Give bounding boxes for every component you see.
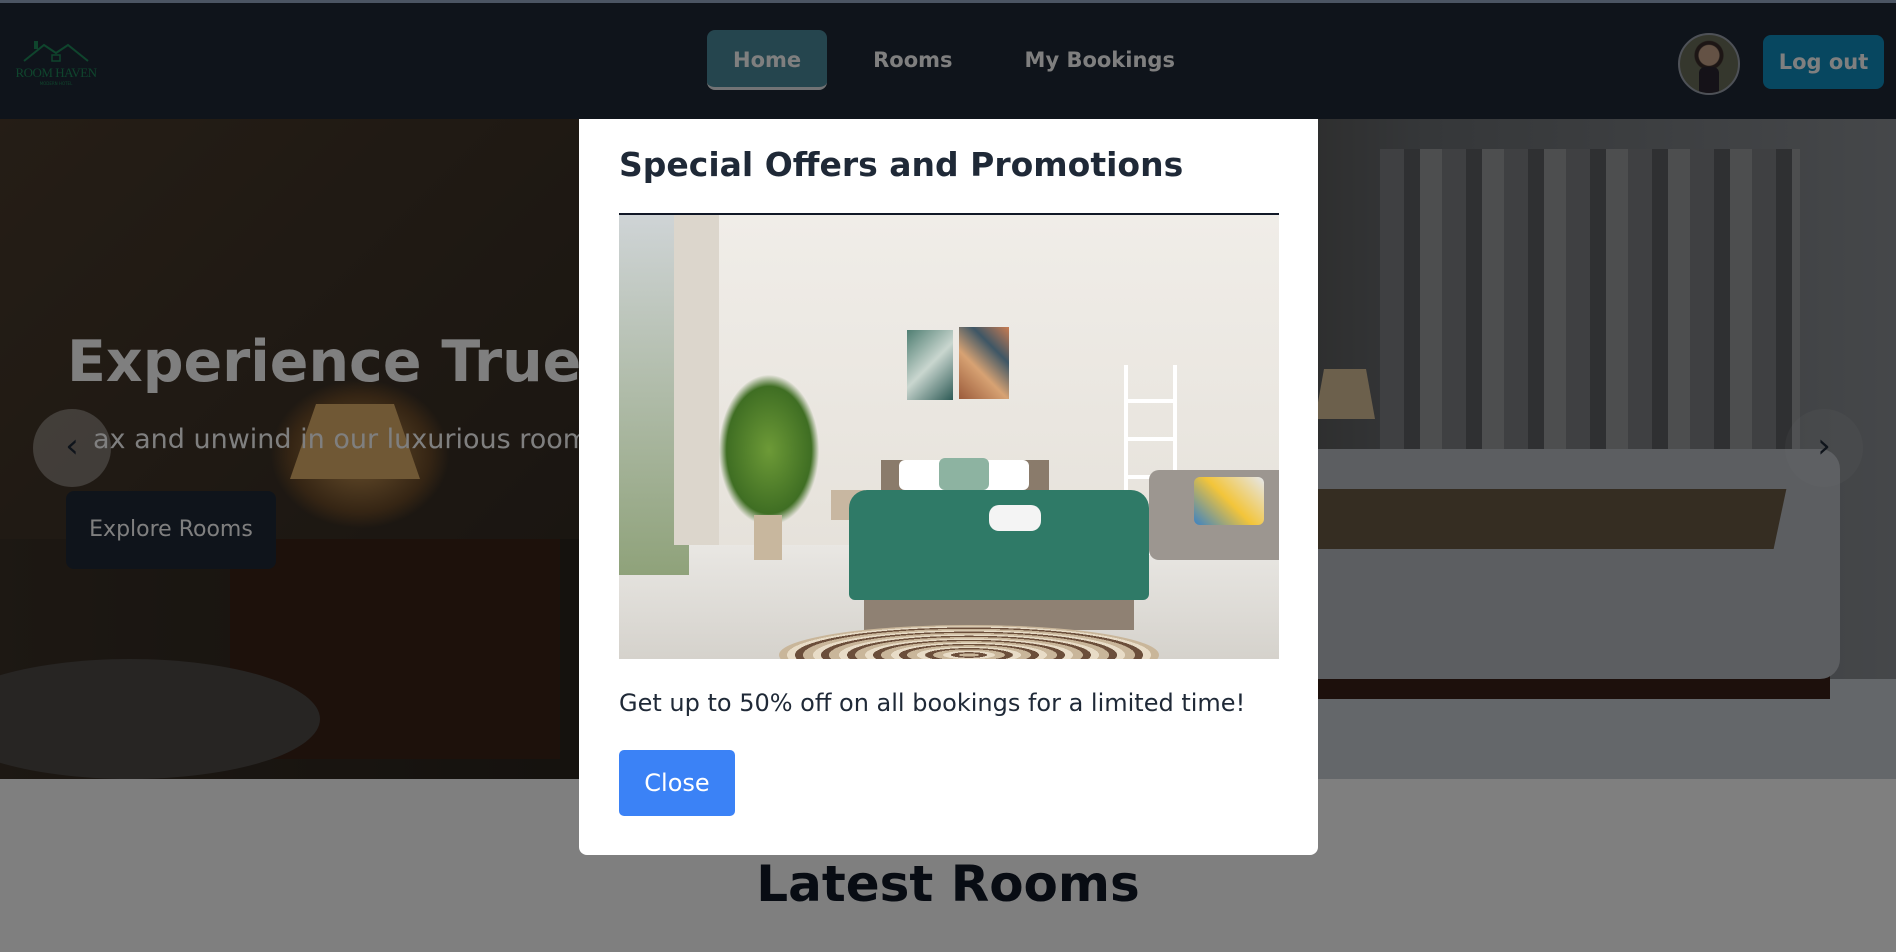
img-cushion <box>1194 477 1264 525</box>
img-art-right <box>959 327 1009 399</box>
promo-message: Get up to 50% off on all bookings for a … <box>619 689 1246 717</box>
img-art-left <box>907 330 953 400</box>
img-towel <box>989 505 1041 531</box>
top-border <box>0 0 1896 3</box>
close-button[interactable]: Close <box>619 750 735 816</box>
modal-title: Special Offers and Promotions <box>619 145 1184 184</box>
img-pillow <box>939 458 989 490</box>
promo-room-image <box>619 213 1279 659</box>
img-plant-pot <box>754 515 782 560</box>
img-curtain <box>674 215 719 545</box>
img-plant <box>719 375 819 525</box>
promo-modal: Special Offers and Promotions Get up to … <box>579 119 1318 855</box>
